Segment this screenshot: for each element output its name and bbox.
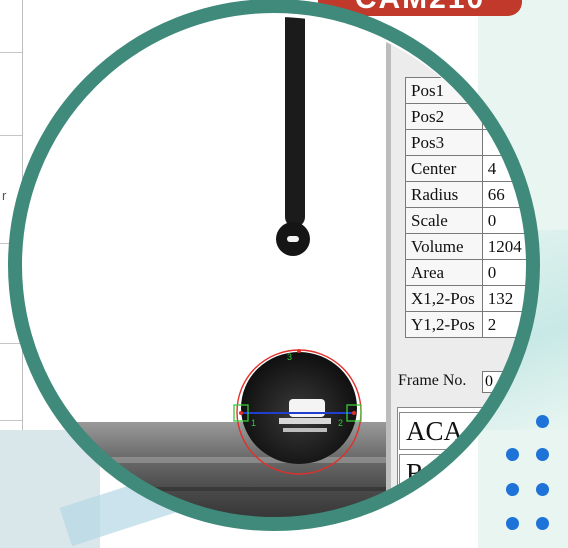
contact-point-right	[352, 411, 356, 415]
table-row: Pos1	[405, 77, 531, 104]
decorative-dot	[536, 415, 549, 428]
decorative-dot	[506, 448, 519, 461]
param-value: 0	[481, 259, 531, 286]
param-value: 0	[481, 207, 531, 234]
table-row: Radius 66	[405, 181, 531, 208]
param-value: 1204	[481, 233, 531, 260]
droplet-image-view[interactable]: 1 2 3	[21, 17, 386, 527]
param-value: 132	[481, 285, 531, 312]
background-left-window: r	[0, 0, 23, 430]
table-row: Volume 1204	[405, 233, 531, 260]
param-label: Y1,2-Pos	[405, 311, 483, 338]
param-label: Center	[405, 155, 483, 182]
decorative-dot	[536, 517, 549, 530]
decorative-dot	[506, 483, 519, 496]
decorative-dot	[536, 483, 549, 496]
left-window-divider	[0, 343, 22, 344]
param-label: Scale	[405, 207, 483, 234]
left-window-divider	[0, 52, 22, 53]
screenshot-stage: r CAM210 1 2	[0, 0, 568, 548]
rca-label: RCA	[399, 454, 491, 492]
param-label: Area	[405, 259, 483, 286]
fit-overlay: 1 2 3	[233, 349, 362, 475]
param-label: Pos1	[405, 77, 483, 104]
param-label: X1,2-Pos	[405, 285, 483, 312]
frame-number-input[interactable]: 0	[482, 371, 531, 393]
marker-label-3: 3	[287, 352, 292, 362]
left-window-divider	[0, 135, 22, 136]
decorative-dot	[506, 517, 519, 530]
table-row: X1,2-Pos 132	[405, 285, 531, 312]
param-value: 2	[481, 311, 531, 338]
param-label: Pos3	[405, 129, 483, 156]
param-value	[481, 77, 531, 104]
aca-label: ACA	[399, 412, 491, 450]
left-window-text: r	[2, 188, 7, 203]
parameter-table: Pos1 Pos2 Pos3 Center 4 Radius 66 Scale 0 V…	[405, 77, 531, 338]
apex-point	[297, 349, 301, 353]
param-value	[481, 129, 531, 156]
param-value	[481, 103, 531, 130]
param-label: Radius	[405, 181, 483, 208]
table-row: Scale 0	[405, 207, 531, 234]
param-value: 66	[481, 181, 531, 208]
aca-value	[491, 412, 531, 452]
contact-point-left	[239, 411, 243, 415]
table-row: Pos2	[405, 103, 531, 130]
table-row: Y1,2-Pos 2	[405, 311, 531, 338]
marker-label-2: 2	[338, 418, 343, 428]
table-row: Pos3	[405, 129, 531, 156]
marker-label-1: 1	[251, 418, 256, 428]
magnifier-lens: 1 2 3 Pos1 Pos2 Pos3 Center 4 Radius 66 Sc…	[21, 17, 531, 527]
table-row: Area 0	[405, 259, 531, 286]
decorative-dot	[536, 448, 549, 461]
product-badge: CAM210	[318, 0, 522, 16]
param-value: 4	[481, 155, 531, 182]
param-label: Pos2	[405, 103, 483, 130]
table-row: Center 4	[405, 155, 531, 182]
param-label: Volume	[405, 233, 483, 260]
left-window-divider	[0, 243, 22, 244]
left-window-divider	[0, 420, 22, 421]
frame-number-label: Frame No.	[398, 372, 467, 389]
